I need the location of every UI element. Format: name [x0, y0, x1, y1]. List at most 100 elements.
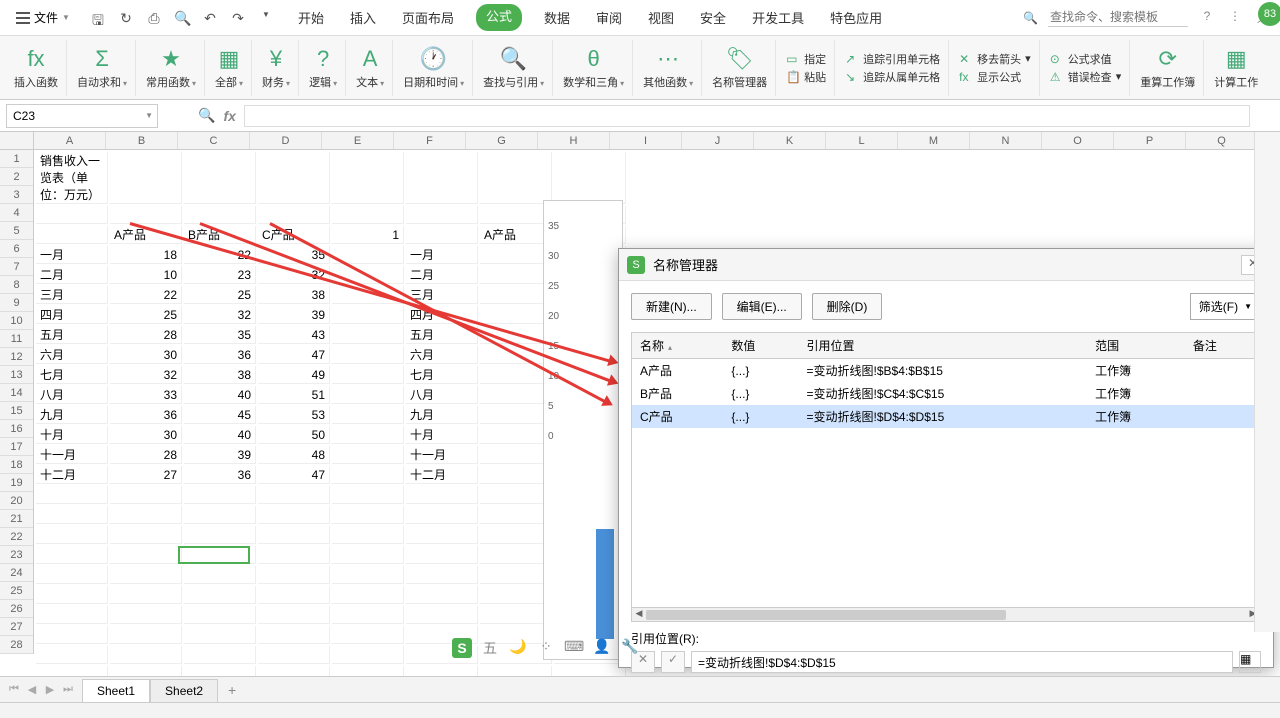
row-header[interactable]: 17: [0, 438, 33, 456]
cell[interactable]: 九月: [36, 406, 108, 424]
cell[interactable]: 十月: [406, 426, 478, 444]
cell[interactable]: [110, 666, 182, 676]
cell[interactable]: 32: [110, 366, 182, 384]
recalc-button[interactable]: ⟳重算工作簿: [1132, 40, 1204, 96]
cell[interactable]: 十一月: [406, 446, 478, 464]
col-header[interactable]: E: [322, 132, 394, 149]
cell[interactable]: [332, 666, 404, 676]
finance-fn-button[interactable]: ¥财务▾: [254, 40, 299, 96]
cell[interactable]: [332, 606, 404, 624]
col-header[interactable]: O: [1042, 132, 1114, 149]
row-header[interactable]: 22: [0, 528, 33, 546]
col-header[interactable]: J: [682, 132, 754, 149]
cell[interactable]: 47: [258, 346, 330, 364]
cell[interactable]: 38: [258, 286, 330, 304]
col-header[interactable]: H: [538, 132, 610, 149]
cell[interactable]: [332, 346, 404, 364]
cell[interactable]: 七月: [36, 366, 108, 384]
cell[interactable]: [480, 506, 552, 524]
cell[interactable]: 53: [258, 406, 330, 424]
datetime-fn-button[interactable]: 🕐日期和时间▾: [395, 40, 473, 96]
cell[interactable]: [480, 286, 552, 304]
cell[interactable]: [258, 606, 330, 624]
cell[interactable]: 八月: [36, 386, 108, 404]
cell[interactable]: 四月: [36, 306, 108, 324]
cell[interactable]: [184, 206, 256, 224]
row-header[interactable]: 3: [0, 186, 33, 204]
row-header[interactable]: 18: [0, 456, 33, 474]
cell[interactable]: [480, 406, 552, 424]
cell[interactable]: [110, 546, 182, 564]
show-formula-button[interactable]: fx显示公式: [959, 69, 1031, 85]
dialog-cell[interactable]: [1185, 405, 1260, 428]
cell[interactable]: [406, 606, 478, 624]
cell[interactable]: 一月: [406, 246, 478, 264]
dots-icon[interactable]: ⁘: [536, 638, 556, 658]
row-header[interactable]: 24: [0, 564, 33, 582]
dialog-cell[interactable]: {...}: [723, 382, 798, 405]
dialog-cell[interactable]: [1185, 382, 1260, 405]
tab-特色应用[interactable]: 特色应用: [826, 4, 886, 31]
calc-sheet-button[interactable]: ▦计算工作: [1206, 40, 1266, 96]
row-header[interactable]: 9: [0, 294, 33, 312]
row-header[interactable]: 2: [0, 168, 33, 186]
tab-审阅[interactable]: 审阅: [592, 4, 626, 31]
cell[interactable]: 50: [258, 426, 330, 444]
cell[interactable]: [406, 506, 478, 524]
row-header[interactable]: 8: [0, 276, 33, 294]
cell[interactable]: [110, 486, 182, 504]
tab-开始[interactable]: 开始: [294, 4, 328, 31]
zoom-icon[interactable]: 🔍: [198, 107, 215, 124]
undo-icon[interactable]: ↶: [202, 10, 218, 26]
col-header[interactable]: A: [34, 132, 106, 149]
cell[interactable]: 43: [258, 326, 330, 344]
cell[interactable]: 36: [110, 406, 182, 424]
delete-name-button[interactable]: 删除(D): [812, 293, 883, 320]
dialog-cell[interactable]: B产品: [632, 382, 723, 405]
command-search-input[interactable]: [1048, 8, 1188, 27]
cell[interactable]: [332, 306, 404, 324]
notification-badge[interactable]: 83: [1258, 2, 1280, 26]
cell[interactable]: [480, 446, 552, 464]
cell[interactable]: [406, 666, 478, 676]
tab-开发工具[interactable]: 开发工具: [748, 4, 808, 31]
cell[interactable]: [480, 566, 552, 584]
row-header[interactable]: 21: [0, 510, 33, 528]
cell[interactable]: [110, 586, 182, 604]
cell[interactable]: [332, 466, 404, 484]
tab-视图[interactable]: 视图: [644, 4, 678, 31]
cell[interactable]: [480, 206, 552, 224]
cell[interactable]: [332, 386, 404, 404]
dialog-col-header[interactable]: 引用位置: [799, 333, 1088, 359]
insert-function-button[interactable]: fx插入函数: [6, 40, 67, 96]
cell[interactable]: 27: [110, 466, 182, 484]
cell[interactable]: 18: [110, 246, 182, 264]
cell[interactable]: [332, 646, 404, 664]
cell[interactable]: 40: [184, 426, 256, 444]
cell[interactable]: 28: [110, 446, 182, 464]
name-manager-button[interactable]: 🏷名称管理器: [704, 40, 776, 96]
cell[interactable]: [110, 566, 182, 584]
range-picker-button[interactable]: ▦: [1239, 651, 1261, 673]
cell[interactable]: [258, 566, 330, 584]
row-header[interactable]: 5: [0, 222, 33, 240]
text-fn-button[interactable]: A文本▾: [348, 40, 393, 96]
col-header[interactable]: Q: [1186, 132, 1258, 149]
cell[interactable]: [184, 526, 256, 544]
cell[interactable]: 十二月: [406, 466, 478, 484]
cell[interactable]: [258, 626, 330, 644]
dialog-cell[interactable]: 工作簿: [1087, 382, 1185, 405]
cell[interactable]: 36: [184, 346, 256, 364]
cell[interactable]: [258, 546, 330, 564]
dialog-cell[interactable]: A产品: [632, 359, 723, 383]
cell[interactable]: [480, 586, 552, 604]
fx-icon[interactable]: fx: [223, 108, 235, 124]
dialog-cell[interactable]: 工作簿: [1087, 359, 1185, 383]
row-header[interactable]: 25: [0, 582, 33, 600]
common-fn-button[interactable]: ★常用函数▾: [138, 40, 205, 96]
cell[interactable]: [406, 486, 478, 504]
row-header[interactable]: 13: [0, 366, 33, 384]
cell[interactable]: [406, 152, 478, 204]
cell[interactable]: [36, 526, 108, 544]
error-check-button[interactable]: ⚠错误检查▾: [1050, 69, 1122, 85]
